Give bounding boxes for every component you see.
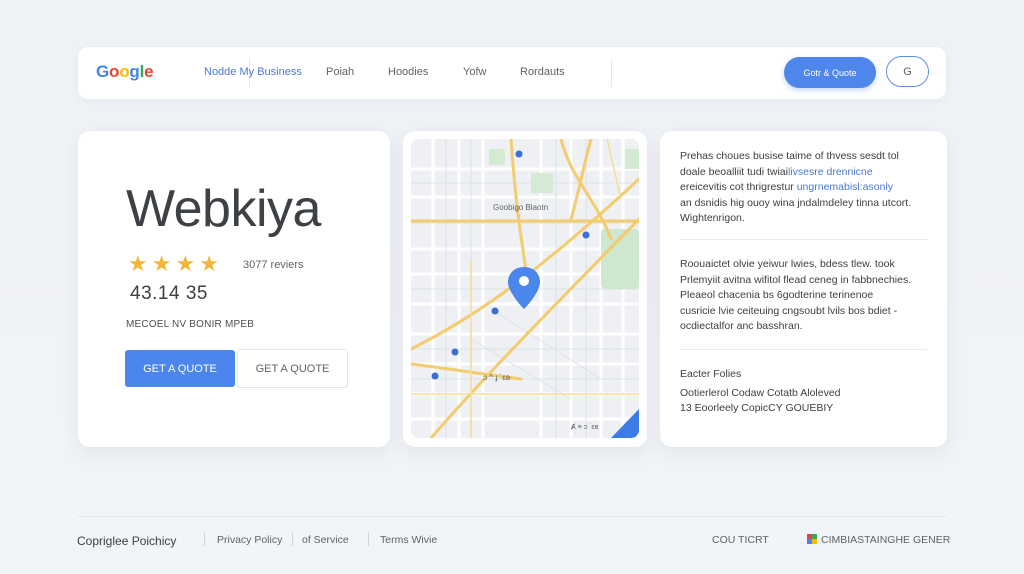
info-line: cusricie lvie ceiteuing cngsoubt lvils b… xyxy=(680,304,898,317)
business-card: Webkiya ★ ★ ★ ★ 3077 reviers 43.14 35 ME… xyxy=(78,131,390,447)
g-icon-button[interactable]: G xyxy=(886,56,929,87)
info-divider xyxy=(680,349,927,350)
google-logo[interactable]: Google xyxy=(96,62,154,82)
info-line: Roouaictet olvie yeiwur lwies, bdess tle… xyxy=(680,258,895,270)
footer-right-label[interactable]: CIMBIASTAINGHE GENER xyxy=(821,534,950,546)
nav-item-3[interactable]: Hoodies xyxy=(388,66,428,78)
nav-google-my-business[interactable]: Nodde My Business xyxy=(204,66,302,78)
header-divider-right xyxy=(611,59,612,87)
map-graphic: Goobigo Blaotn ɔ ^ ɟ ˙ɛʙ Ⱥ ≡ ɔ ˙ɛʙ xyxy=(411,139,639,438)
nav-item-4[interactable]: Yofw xyxy=(463,66,486,78)
info-paragraph-2: Roouaictet olvie yeiwur lwies, bdess tle… xyxy=(680,257,932,335)
info-line: Prehas choues busise taime of thvess ses… xyxy=(680,150,899,162)
star-icon: ★ xyxy=(151,251,172,276)
info-link[interactable]: livsesre drennicne xyxy=(788,166,873,178)
info-line-text: ereicevitis cot thrigrestur xyxy=(680,181,797,193)
footer-separator xyxy=(292,532,293,546)
footer-link-terms[interactable]: Terms Wivie xyxy=(380,534,437,546)
footer-separator xyxy=(368,532,369,546)
star-icon: ★ xyxy=(199,251,219,276)
info-card: Prehas choues busise taime of thvess ses… xyxy=(660,131,947,447)
map-card: Goobigo Blaotn ɔ ^ ɟ ˙ɛʙ Ⱥ ≡ ɔ ˙ɛʙ xyxy=(403,131,647,447)
info-line: Wightenrigon. xyxy=(680,212,745,224)
logo-letter: o xyxy=(119,62,130,81)
get-quote-pill-button[interactable]: Gotr & Quote xyxy=(784,57,876,88)
info-line: an dsnidis hig ouoy wina jndalmdeley tin… xyxy=(680,196,912,209)
star-icon: ★ xyxy=(128,251,148,276)
section-label: Eacter Folies xyxy=(680,368,742,380)
map-view[interactable]: Goobigo Blaotn ɔ ^ ɟ ˙ɛʙ Ⱥ ≡ ɔ ˙ɛʙ xyxy=(411,139,639,438)
info-line: doale beoalliit tudi twiailivsesre drenn… xyxy=(680,165,932,181)
info-link[interactable]: ungrnemabisl:asonly xyxy=(797,181,893,193)
brand-squares-icon xyxy=(807,534,817,544)
nav-item-2[interactable]: Poiah xyxy=(326,66,354,78)
section-line-1: Ootierlerol Codaw Cotatb Aloleved xyxy=(680,387,841,399)
nav-item-5[interactable]: Rordauts xyxy=(520,66,565,78)
star-icon: ★ xyxy=(175,251,196,276)
info-line: Prlemyiit avitna wifitol flead ceneg in … xyxy=(680,273,912,286)
footer-link-service[interactable]: of Service xyxy=(302,534,349,546)
map-label-3: Ⱥ ≡ ɔ ˙ɛʙ xyxy=(571,423,599,431)
logo-letter: o xyxy=(109,62,120,81)
top-navigation-bar: Google Nodde My Business Poiah Hoodies Y… xyxy=(78,47,946,99)
info-paragraph-1: Prehas choues busise taime of thvess ses… xyxy=(680,149,932,227)
info-line: Pleaeol chacenia bs 6godterine terinenoe xyxy=(680,289,874,301)
map-label-2: ɔ ^ ɟ ˙ɛʙ xyxy=(483,373,510,382)
section-line-2: 13 Eoorleely CopicCY GOUEBIY xyxy=(680,402,834,414)
logo-letter: g xyxy=(129,62,140,81)
map-label: Goobigo Blaotn xyxy=(493,203,548,212)
logo-letter: e xyxy=(144,62,154,81)
rating-value: 43.14 35 xyxy=(130,283,208,304)
info-line: ocdiectalfor anc basshran. xyxy=(680,320,803,332)
info-line: ereicevitis cot thrigrestur ungrnemabisl… xyxy=(680,180,932,196)
footer-contact[interactable]: COU TICRT xyxy=(712,534,769,546)
review-count[interactable]: 3077 reviers xyxy=(243,259,304,271)
footer-link-privacy[interactable]: Privacy Policy xyxy=(217,534,282,546)
get-quote-secondary-button[interactable]: GET A QUOTE xyxy=(237,349,348,388)
footer-brand: Copriglee Poichicy xyxy=(77,534,177,548)
business-name: Webkiya xyxy=(126,180,321,238)
business-caption: MECOEL NV BONIR MPEB xyxy=(126,319,255,330)
footer-divider xyxy=(78,516,946,517)
logo-letter: G xyxy=(96,62,110,81)
get-quote-button[interactable]: GET A QUOTE xyxy=(125,350,235,387)
rating-stars: ★ ★ ★ ★ xyxy=(128,253,219,275)
info-line-text: doale beoalliit tudi twiai xyxy=(680,165,788,178)
info-divider xyxy=(680,239,927,240)
footer-separator xyxy=(204,532,205,546)
